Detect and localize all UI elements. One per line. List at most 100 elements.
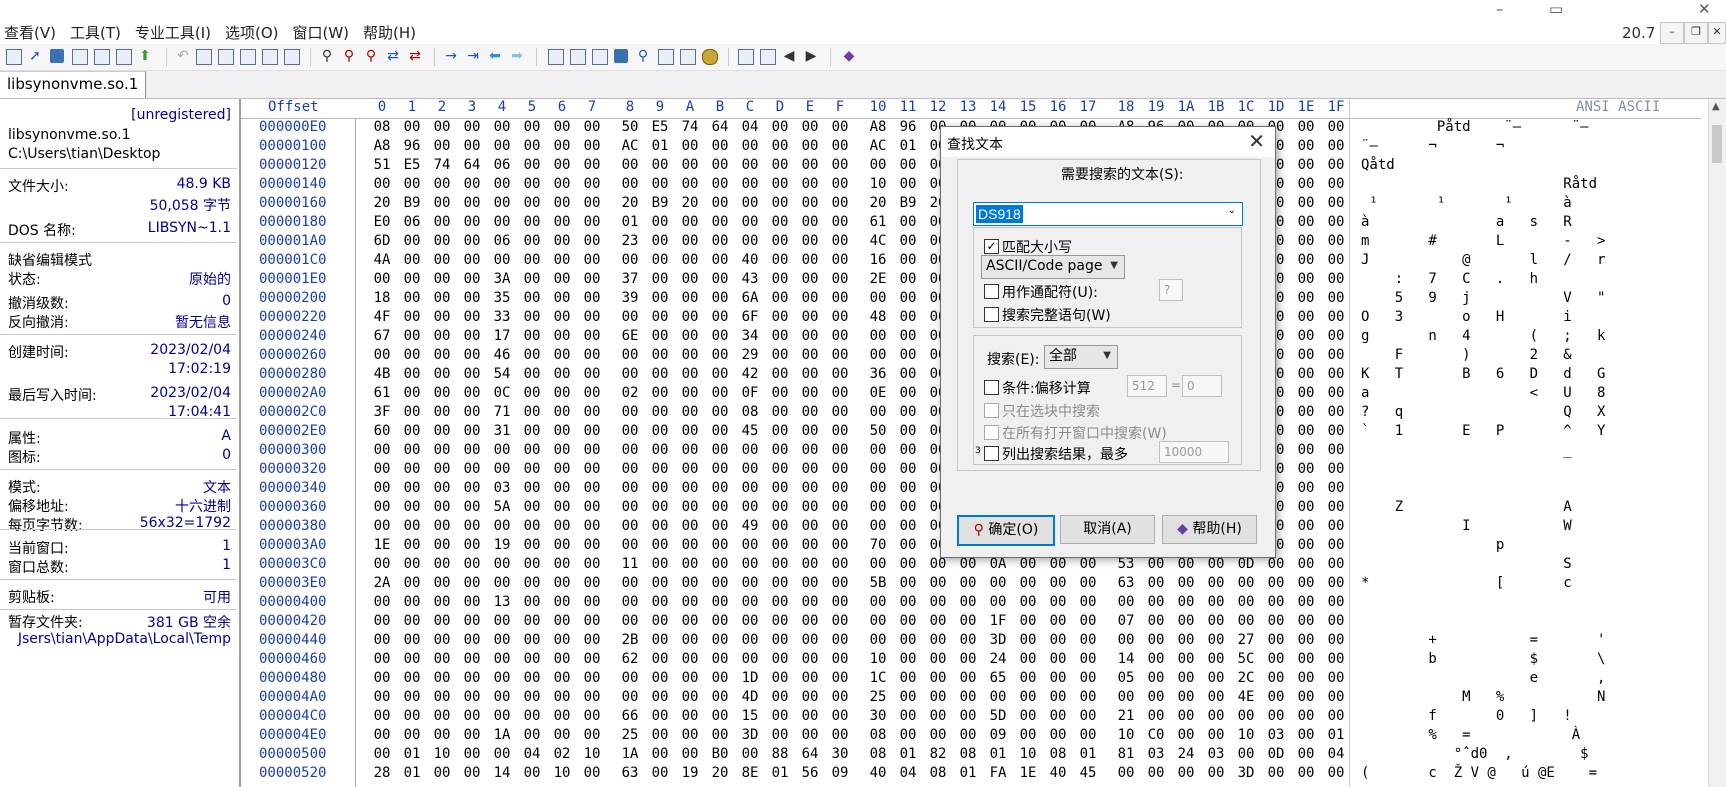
hex-byte[interactable]: 00	[706, 138, 734, 154]
hex-byte[interactable]: 00	[1322, 252, 1350, 268]
hex-byte[interactable]: 46	[488, 347, 516, 363]
hex-byte[interactable]: 00	[458, 480, 486, 496]
hex-byte[interactable]: 00	[676, 271, 704, 287]
hex-byte[interactable]: 00	[368, 746, 396, 762]
hex-byte[interactable]: 00	[458, 176, 486, 192]
hex-byte[interactable]: 00	[646, 613, 674, 629]
hex-byte[interactable]: 00	[458, 347, 486, 363]
hex-byte[interactable]: 00	[1142, 613, 1170, 629]
hex-byte[interactable]: 00	[1142, 708, 1170, 724]
hex-byte[interactable]: 00	[428, 404, 456, 420]
binary-icon[interactable]	[284, 49, 300, 65]
hex-byte[interactable]: 00	[428, 138, 456, 154]
hex-byte[interactable]: 00	[646, 442, 674, 458]
hex-byte[interactable]: 00	[428, 651, 456, 667]
hex-byte[interactable]: 00	[676, 518, 704, 534]
hex-byte[interactable]: 00	[1322, 214, 1350, 230]
open-file-icon[interactable]: ➚	[28, 49, 42, 63]
hex-byte[interactable]: 00	[1292, 556, 1320, 572]
hex-byte[interactable]: 25	[616, 727, 644, 743]
folder-icon[interactable]	[680, 49, 696, 65]
hex-byte[interactable]: 00	[676, 138, 704, 154]
hex-byte[interactable]: 3D	[984, 632, 1012, 648]
hex-byte[interactable]: 00	[548, 233, 576, 249]
hex-byte[interactable]: 00	[368, 556, 396, 572]
hex-byte[interactable]: 00	[766, 537, 794, 553]
search-input[interactable]: DS918 ⌄	[973, 202, 1243, 226]
all-windows-checkbox[interactable]	[984, 425, 999, 440]
hex-byte[interactable]: 00	[548, 651, 576, 667]
hex-byte[interactable]: 00	[826, 442, 854, 458]
hex-byte[interactable]: 00	[398, 613, 426, 629]
hex-byte[interactable]: 00	[796, 195, 824, 211]
hex-byte[interactable]: 00	[518, 556, 546, 572]
hex-byte[interactable]: 74	[428, 157, 456, 173]
hex-byte[interactable]: 00	[796, 518, 824, 534]
hex-byte[interactable]: 00	[826, 347, 854, 363]
open-ram-icon[interactable]	[570, 49, 586, 65]
hex-byte[interactable]: 00	[826, 271, 854, 287]
hex-byte[interactable]: 00	[826, 708, 854, 724]
hex-byte[interactable]: 00	[894, 461, 922, 477]
hex-byte[interactable]: 00	[676, 366, 704, 382]
hex-byte[interactable]: 00	[1112, 765, 1140, 781]
hex-byte[interactable]: 00	[548, 138, 576, 154]
hex-byte[interactable]: 50	[864, 423, 892, 439]
hex-byte[interactable]: 00	[826, 176, 854, 192]
hex-byte[interactable]: 8E	[736, 765, 764, 781]
ascii-text[interactable]: + = '	[1361, 632, 1605, 648]
hex-byte[interactable]: 05	[1112, 670, 1140, 686]
ascii-text[interactable]: ? q Q X	[1361, 404, 1605, 420]
hex-byte[interactable]: 00	[894, 233, 922, 249]
hex-byte[interactable]: 00	[1014, 613, 1042, 629]
hex-byte[interactable]: 00	[826, 613, 854, 629]
hex-byte[interactable]: 00	[646, 480, 674, 496]
hex-byte[interactable]: 00	[548, 708, 576, 724]
hex-byte[interactable]: 00	[646, 708, 674, 724]
hex-byte[interactable]: 00	[616, 670, 644, 686]
hex-byte[interactable]: 00	[894, 252, 922, 268]
hex-byte[interactable]: 00	[864, 461, 892, 477]
hex-byte[interactable]: 00	[954, 727, 982, 743]
hex-byte[interactable]: 00	[1322, 613, 1350, 629]
hex-byte[interactable]: 00	[766, 366, 794, 382]
hex-byte[interactable]: 00	[398, 518, 426, 534]
hex-byte[interactable]: 00	[458, 138, 486, 154]
paste-icon[interactable]	[240, 49, 256, 65]
hex-byte[interactable]: 00	[518, 214, 546, 230]
hex-byte[interactable]: 0E	[864, 385, 892, 401]
hex-byte[interactable]: 00	[676, 632, 704, 648]
hex-byte[interactable]: 00	[954, 613, 982, 629]
hex-byte[interactable]: 5D	[984, 708, 1012, 724]
hex-byte[interactable]: 00	[646, 575, 674, 591]
hex-byte[interactable]: 96	[398, 138, 426, 154]
hex-byte[interactable]: 00	[518, 537, 546, 553]
hex-byte[interactable]: 00	[766, 309, 794, 325]
hex-byte[interactable]: 00	[1044, 613, 1072, 629]
hex-byte[interactable]: 00	[706, 556, 734, 572]
menu-pro-tools[interactable]: 专业工具(I)	[135, 22, 211, 43]
hex-byte[interactable]: 00	[706, 385, 734, 401]
hex-byte[interactable]: 00	[864, 632, 892, 648]
hex-byte[interactable]: 00	[864, 404, 892, 420]
hex-byte[interactable]: 00	[1292, 594, 1320, 610]
hex-byte[interactable]: 00	[736, 632, 764, 648]
hex-byte[interactable]: 00	[796, 252, 824, 268]
hex-byte[interactable]: 00	[1172, 575, 1200, 591]
hex-byte[interactable]: 00	[706, 195, 734, 211]
hex-byte[interactable]: 00	[1232, 708, 1260, 724]
hex-byte[interactable]: 00	[864, 290, 892, 306]
hex-byte[interactable]: 00	[428, 119, 456, 135]
hex-byte[interactable]: E5	[646, 119, 674, 135]
hex-byte[interactable]: 70	[864, 537, 892, 553]
hex-byte[interactable]: 00	[1262, 670, 1290, 686]
in-block-checkbox[interactable]	[984, 403, 999, 418]
hex-byte[interactable]: 00	[706, 290, 734, 306]
hex-byte[interactable]: 00	[1322, 670, 1350, 686]
hex-byte[interactable]: 00	[1142, 765, 1170, 781]
hex-byte[interactable]: 00	[954, 556, 982, 572]
hex-byte[interactable]: 00	[1292, 195, 1320, 211]
back-icon[interactable]: ⬅	[488, 49, 502, 63]
hex-byte[interactable]: 00	[368, 176, 396, 192]
hex-byte[interactable]: 04	[894, 765, 922, 781]
